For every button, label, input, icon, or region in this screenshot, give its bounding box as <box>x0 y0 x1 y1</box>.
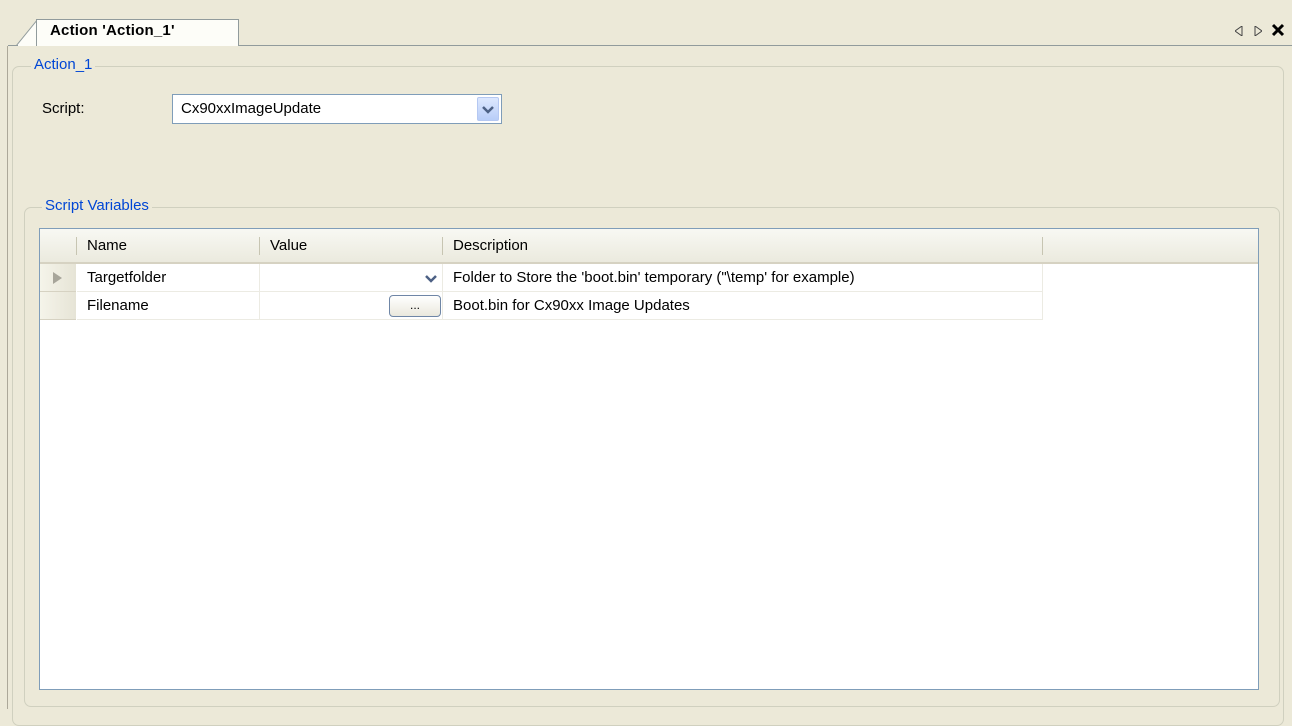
row-selector[interactable] <box>40 292 76 320</box>
scroll-tabs-left-button[interactable] <box>1232 22 1246 40</box>
cell-name[interactable]: Targetfolder <box>77 264 260 292</box>
action-editor-panel: Action_1 Script: Cx90xxImageUpdate Scrip… <box>8 46 1292 726</box>
script-combobox[interactable]: Cx90xxImageUpdate <box>172 94 502 124</box>
value-dropdown-button[interactable] <box>421 268 441 288</box>
close-icon <box>1271 23 1285 37</box>
script-combobox-value: Cx90xxImageUpdate <box>181 100 322 117</box>
script-variables-title: Script Variables <box>42 197 152 214</box>
script-dropdown-button[interactable] <box>477 97 499 121</box>
triangle-right-icon <box>1254 26 1262 36</box>
chevron-down-icon <box>425 274 437 283</box>
cell-value[interactable] <box>260 264 443 292</box>
cell-name[interactable]: Filename <box>77 292 260 320</box>
triangle-left-icon <box>1235 26 1243 36</box>
column-header-name[interactable]: Name <box>77 229 259 262</box>
column-header-value[interactable]: Value <box>260 229 442 262</box>
chevron-down-icon <box>482 105 494 114</box>
document-tabstrip: Action 'Action_1' <box>0 0 1292 46</box>
tab-slant-edge <box>16 19 38 46</box>
current-row-icon <box>53 272 62 284</box>
script-label: Script: <box>42 100 85 117</box>
close-tab-button[interactable] <box>1269 20 1287 40</box>
scroll-tabs-right-button[interactable] <box>1251 22 1265 40</box>
column-header-description[interactable]: Description <box>443 229 1043 262</box>
cell-description: Boot.bin for Cx90xx Image Updates <box>443 292 1043 320</box>
header-separator <box>1042 237 1043 255</box>
tab-label[interactable]: Action 'Action_1' <box>50 22 175 39</box>
row-selector[interactable] <box>40 264 76 292</box>
action-group-title: Action_1 <box>31 56 96 73</box>
browse-file-button[interactable]: ... <box>389 295 441 317</box>
cell-description: Folder to Store the 'boot.bin' temporary… <box>443 264 1043 292</box>
script-variables-grid[interactable]: Name Value Description Targetfolder Fold… <box>39 228 1259 690</box>
